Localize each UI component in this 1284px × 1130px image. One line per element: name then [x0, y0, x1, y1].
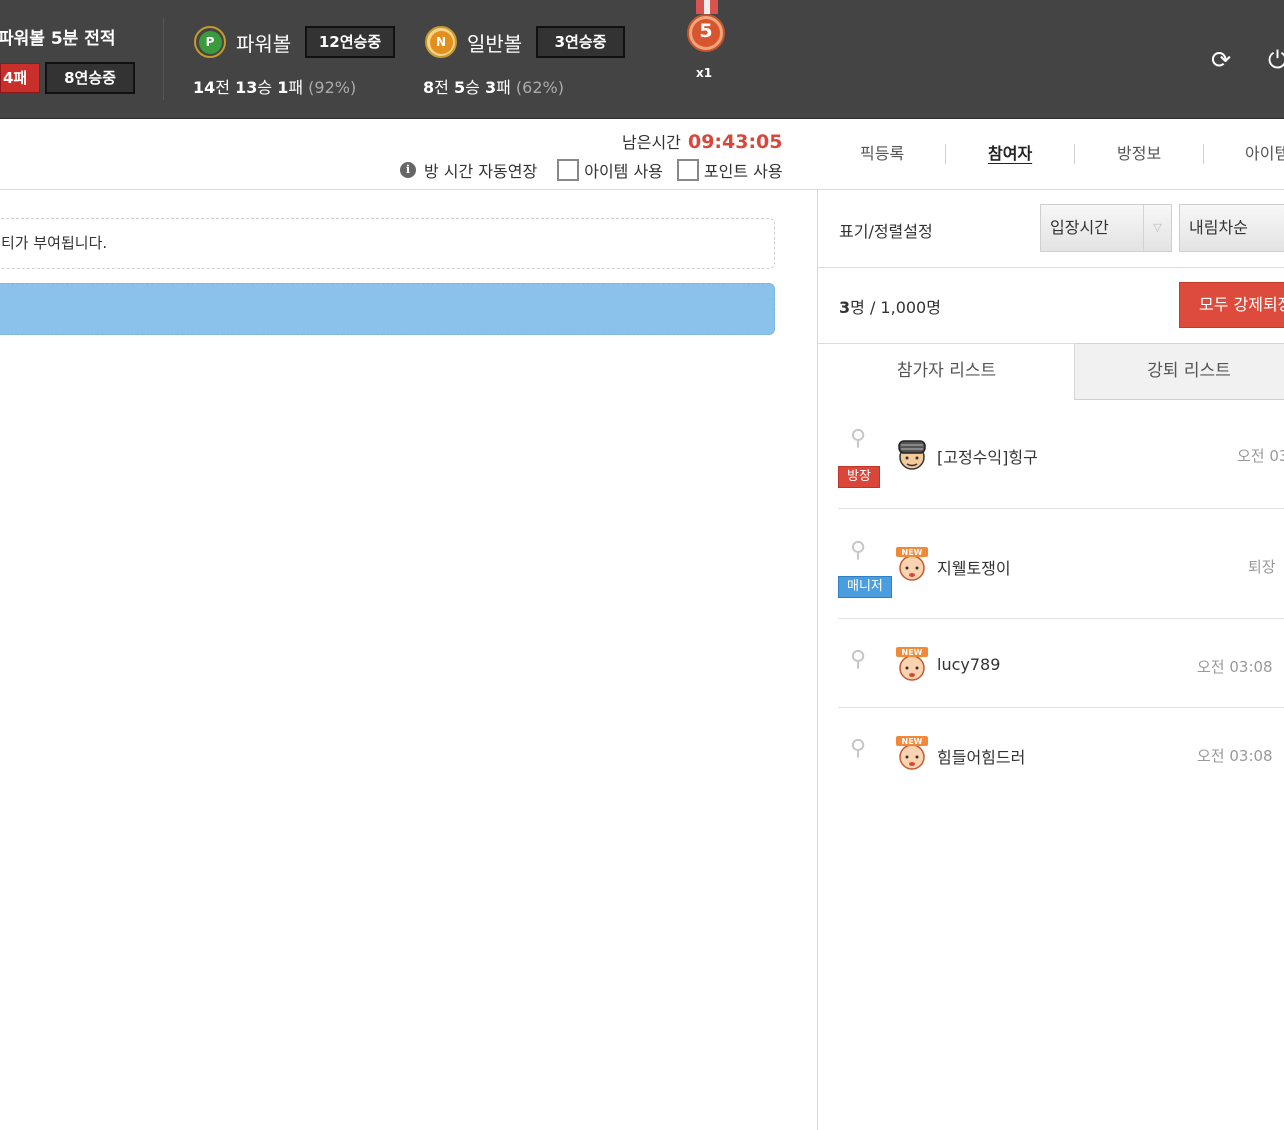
power-icon[interactable]: ⏻: [1268, 47, 1284, 73]
panel-divider: [817, 189, 818, 1130]
record-title: 파워볼 5분 전적: [0, 29, 116, 49]
tab-participant-list[interactable]: 참가자 리스트: [818, 343, 1075, 400]
notice-box: 티가 부여됩니다.: [0, 218, 775, 269]
win-streak-badge: 8연승중: [45, 62, 135, 94]
pin-icon[interactable]: ⚲: [850, 538, 866, 563]
pin-icon[interactable]: ⚲: [850, 426, 866, 451]
tab-divider: [1203, 144, 1204, 164]
right-tabs: 픽등록 참여자 방정보 아이템: [818, 140, 1284, 170]
medal-multiplier: x1: [696, 66, 713, 80]
participant-name: 지웰토쟁이: [937, 559, 1011, 578]
sort-order-select[interactable]: 내림차순: [1179, 204, 1284, 252]
sort-field-select[interactable]: 입장시간 ▽: [1040, 204, 1172, 252]
participant-time: 오전 03:08: [1197, 658, 1273, 676]
svg-text:NEW: NEW: [902, 548, 923, 557]
participant-time: 오전 03:08: [1197, 747, 1273, 765]
pin-icon[interactable]: ⚲: [850, 736, 866, 761]
kick-all-button[interactable]: 모두 강제퇴장: [1179, 282, 1284, 328]
powerball-streak-badge: 12연승중: [305, 26, 395, 58]
normalball-stats: 8전 5승 3패 (62%): [423, 78, 564, 97]
tab-participants[interactable]: 참여자: [988, 140, 1032, 164]
room-options: i 방 시간 자동연장 아이템 사용 포인트 사용: [400, 158, 783, 182]
chevron-down-icon: ▽: [1143, 205, 1171, 251]
svg-text:NEW: NEW: [902, 648, 923, 657]
lose-badge: 4패: [0, 63, 40, 93]
sort-settings-label: 표기/정렬설정: [839, 222, 933, 241]
normalball-label: 일반볼: [467, 32, 523, 56]
list-item[interactable]: ⚲ NEW 힘들어힘드러 오전 03:08: [838, 729, 1284, 779]
participant-time: 오전 03:08: [1237, 447, 1284, 465]
row-divider: [838, 707, 1284, 708]
use-item-label: 아이템 사용: [584, 162, 663, 181]
svg-text:NEW: NEW: [902, 737, 923, 746]
role-badge-manager: 매니저: [838, 576, 892, 598]
countdown-timer: 09:43:05: [687, 131, 783, 153]
tab-divider: [945, 144, 946, 164]
role-badge-owner: 방장: [838, 466, 880, 488]
helmet-avatar-icon: [898, 440, 926, 470]
powerball-icon: P: [194, 26, 226, 58]
row-divider: [838, 618, 1284, 619]
use-point-checkbox[interactable]: [676, 159, 699, 181]
divider: [163, 18, 164, 100]
refresh-icon[interactable]: ⟳: [1208, 47, 1234, 73]
participant-time: 퇴장: [1248, 558, 1276, 576]
powerball-stats: 14전 13승 1패 (92%): [193, 78, 357, 97]
panel-divider-1: [818, 267, 1284, 268]
auto-extend-label: 방 시간 자동연장: [424, 162, 538, 181]
tab-room-info[interactable]: 방정보: [1117, 140, 1161, 164]
list-item[interactable]: ⚲ NEW 지웰토쟁이 퇴장 매니저: [838, 538, 1284, 602]
participant-count: 3명 / 1,000명: [839, 298, 941, 317]
new-user-avatar-icon: NEW: [896, 547, 928, 581]
medal-level: 5: [699, 20, 713, 42]
new-user-avatar-icon: NEW: [896, 647, 928, 681]
list-item[interactable]: ⚲ [고정수익]힝구 오전 03:08 방장: [838, 426, 1284, 490]
normalball-streak-badge: 3연승중: [536, 26, 625, 58]
use-item-checkbox[interactable]: [557, 159, 580, 181]
new-user-avatar-icon: NEW: [896, 736, 928, 770]
tab-pick-register[interactable]: 픽등록: [860, 140, 904, 164]
top-bar: 파워볼 5분 전적 4패 8연승중 P 파워볼 12연승중 14전 13승 1패…: [0, 0, 1284, 119]
tab-items[interactable]: 아이템: [1245, 140, 1284, 164]
participant-name: 힘들어힘드러: [937, 748, 1026, 767]
header-divider: [0, 189, 1284, 190]
info-bar: [0, 283, 775, 335]
use-point-label: 포인트 사용: [703, 162, 783, 181]
tab-kicked-list[interactable]: 강퇴 리스트: [1074, 343, 1284, 400]
info-icon[interactable]: i: [400, 162, 416, 178]
tab-divider: [1074, 144, 1075, 164]
participant-name: lucy789: [937, 655, 1001, 674]
participant-name: [고정수익]힝구: [937, 448, 1038, 467]
powerball-label: 파워볼: [236, 32, 292, 56]
pin-icon[interactable]: ⚲: [850, 647, 866, 672]
row-divider: [838, 508, 1284, 509]
list-item[interactable]: ⚲ NEW lucy789 오전 03:08: [838, 640, 1284, 690]
remaining-time: 남은시간 09:43:05: [622, 131, 783, 153]
normalball-icon: N: [425, 26, 457, 58]
